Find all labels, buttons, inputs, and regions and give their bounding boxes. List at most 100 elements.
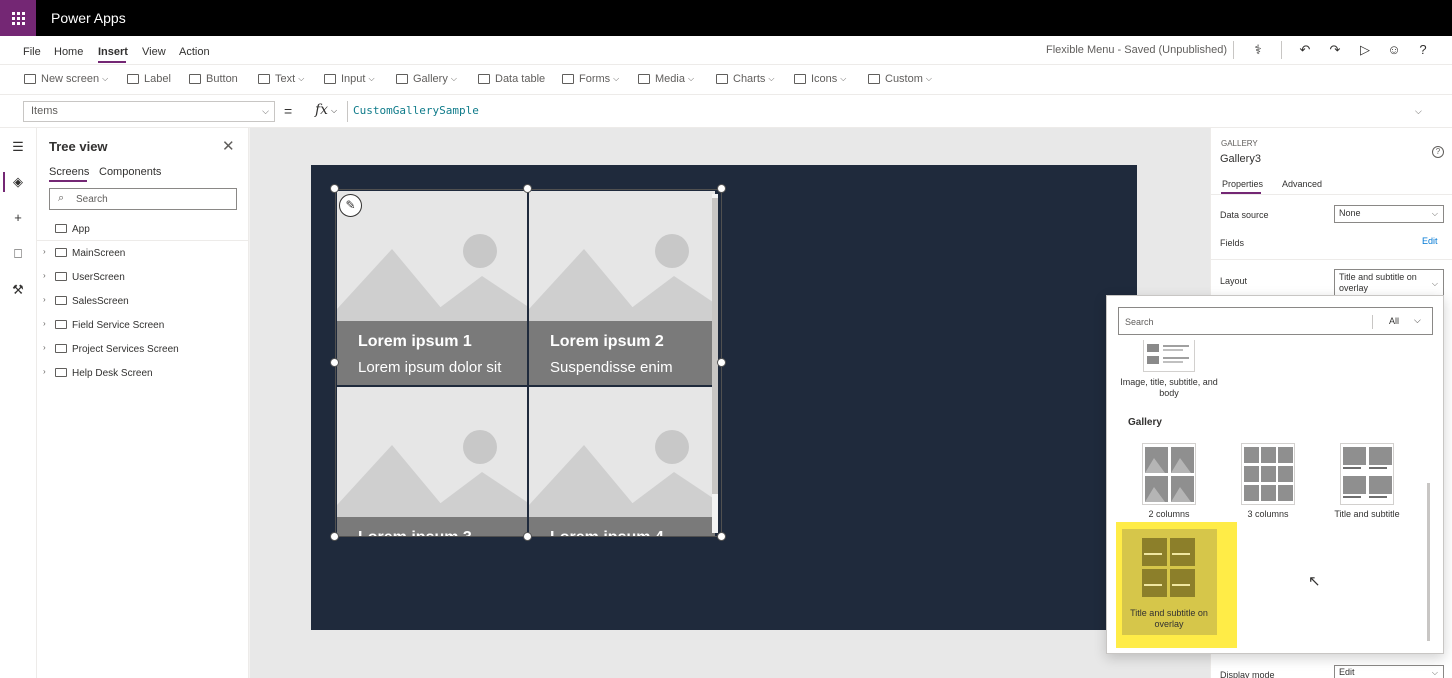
chevron-down-icon[interactable]: ⌵ [1414, 315, 1421, 326]
menu-insert[interactable]: Insert [98, 46, 128, 58]
layout-search-input[interactable]: Search All ⌵ [1118, 307, 1433, 335]
app-launcher-button[interactable] [0, 0, 36, 36]
fx-icon[interactable]: fx [315, 102, 328, 118]
divider [37, 240, 249, 241]
tab-screens[interactable]: Screens [49, 166, 89, 178]
divider [1281, 41, 1282, 59]
custom-button[interactable]: Custom ⌵ [868, 73, 932, 85]
display-mode-dropdown[interactable]: Edit ⌵ [1334, 665, 1444, 678]
icons-icon [794, 74, 806, 84]
image-icon [638, 74, 650, 84]
menu-file[interactable]: File [23, 46, 41, 58]
divider [347, 101, 348, 122]
resize-handle-top[interactable] [523, 184, 532, 193]
database-icon[interactable]: ⎕ [10, 246, 26, 262]
screen-icon [24, 74, 36, 84]
layout-thumb-3-columns[interactable] [1241, 443, 1295, 505]
chevron-right-icon[interactable]: › [43, 319, 46, 328]
tree-item-screen[interactable]: › Project Services Screen [37, 340, 249, 360]
layout-thumb-image-title-subtitle-body[interactable] [1143, 340, 1195, 372]
tree-search-input[interactable]: ⌕ Search [49, 188, 237, 210]
close-icon[interactable]: ✕ [222, 137, 235, 155]
expand-formula-icon[interactable]: ⌵ [1415, 106, 1422, 117]
property-dropdown[interactable]: Items ⌵ [23, 101, 275, 122]
input-button[interactable]: Input ⌵ [324, 73, 375, 85]
gallery-tile[interactable]: Lorem ipsum 1 Lorem ipsum dolor sit [337, 191, 527, 385]
active-menu-indicator [98, 61, 126, 63]
tree-item-screen[interactable]: › MainScreen [37, 244, 249, 264]
layout-thumb-title-and-subtitle[interactable] [1340, 443, 1394, 505]
plus-icon[interactable]: + [10, 210, 26, 226]
text-icon [258, 74, 270, 84]
icons-button[interactable]: Icons ⌵ [794, 73, 846, 85]
chevron-right-icon[interactable]: › [43, 271, 46, 280]
edit-gallery-pencil-icon[interactable]: ✎ [339, 194, 362, 217]
layers-icon[interactable]: ◈ [10, 174, 26, 190]
gallery-scroll-thumb[interactable] [712, 198, 718, 494]
control-name[interactable]: Gallery3 [1220, 153, 1261, 165]
forms-button[interactable]: Forms ⌵ [562, 73, 619, 85]
tree-item-screen[interactable]: › SalesScreen [37, 292, 249, 312]
tree-item-screen[interactable]: › Field Service Screen [37, 316, 249, 336]
gallery-control[interactable]: Lorem ipsum 1 Lorem ipsum dolor sit Lore… [335, 189, 722, 537]
tab-advanced[interactable]: Advanced [1282, 179, 1322, 189]
layout-option-selected[interactable]: Title and subtitle on overlay [1122, 529, 1217, 635]
layout-option-highlight[interactable]: Title and subtitle on overlay [1116, 522, 1237, 648]
tree-item-screen[interactable]: › UserScreen [37, 268, 249, 288]
gallery-button[interactable]: Gallery ⌵ [396, 73, 457, 85]
flyout-scrollbar[interactable] [1427, 483, 1430, 641]
resize-handle-top-right[interactable] [717, 184, 726, 193]
layout-option-label: 3 columns [1247, 509, 1289, 519]
formula-bar: Items ⌵ = fx ⌵ CustomGallerySample ⌵ [0, 95, 1452, 128]
chevron-down-icon[interactable]: ⌵ [331, 106, 337, 116]
fields-edit-link[interactable]: Edit [1422, 236, 1438, 246]
data-table-button[interactable]: Data table [478, 73, 545, 85]
button-button[interactable]: Button [189, 73, 238, 85]
media-button[interactable]: Media ⌵ [638, 73, 694, 85]
undo-icon[interactable]: ↶ [1297, 42, 1313, 58]
gallery-tile[interactable]: Lorem ipsum 2 Suspendisse enim [529, 191, 715, 385]
resize-handle-bottom-right[interactable] [717, 532, 726, 541]
help-icon[interactable]: ? [1432, 146, 1444, 158]
screen-icon [55, 248, 67, 257]
button-icon [189, 74, 201, 84]
resize-handle-bottom[interactable] [523, 532, 532, 541]
gallery-tile[interactable]: Lorem ipsum 4 [529, 387, 715, 537]
hamburger-menu-icon[interactable]: ☰ [10, 139, 26, 155]
chevron-right-icon[interactable]: › [43, 295, 46, 304]
active-tab-indicator [49, 180, 87, 182]
help-icon[interactable]: ? [1415, 42, 1431, 58]
formula-input[interactable]: CustomGallerySample [353, 104, 479, 117]
tab-properties[interactable]: Properties [1222, 179, 1263, 189]
text-button[interactable]: Text ⌵ [258, 73, 304, 85]
chevron-right-icon[interactable]: › [43, 247, 46, 256]
redo-icon[interactable]: ↷ [1327, 42, 1343, 58]
gallery-tile[interactable]: Lorem ipsum 3 [337, 387, 527, 537]
layout-thumb-2-columns[interactable] [1142, 443, 1196, 505]
share-user-icon[interactable]: ☺ [1386, 42, 1402, 58]
charts-label: Charts [733, 73, 766, 85]
menu-action[interactable]: Action [179, 46, 210, 58]
layout-dropdown[interactable]: Title and subtitle on overlay ⌵ [1334, 269, 1444, 296]
label-button[interactable]: Label [127, 73, 171, 85]
resize-handle-bottom-left[interactable] [330, 532, 339, 541]
tools-icon[interactable]: ⚒ [10, 282, 26, 298]
charts-button[interactable]: Charts ⌵ [716, 73, 774, 85]
filter-dropdown[interactable]: All [1389, 316, 1399, 326]
chevron-down-icon: ⌵ [368, 74, 375, 83]
resize-handle-left[interactable] [330, 358, 339, 367]
tree-item-screen[interactable]: › Help Desk Screen [37, 364, 249, 384]
chevron-right-icon[interactable]: › [43, 343, 46, 352]
resize-handle-top-left[interactable] [330, 184, 339, 193]
tab-components[interactable]: Components [99, 166, 161, 178]
preview-play-icon[interactable]: ▷ [1357, 42, 1373, 58]
data-source-dropdown[interactable]: None ⌵ [1334, 205, 1444, 223]
new-screen-button[interactable]: New screen ⌵ [24, 73, 108, 85]
tree-item-app[interactable]: App [37, 220, 249, 240]
menu-view[interactable]: View [142, 46, 166, 58]
chevron-down-icon: ⌵ [298, 74, 305, 83]
chevron-right-icon[interactable]: › [43, 367, 46, 376]
app-checker-icon[interactable]: ⚕ [1250, 42, 1266, 58]
menu-home[interactable]: Home [54, 46, 83, 58]
resize-handle-right[interactable] [717, 358, 726, 367]
